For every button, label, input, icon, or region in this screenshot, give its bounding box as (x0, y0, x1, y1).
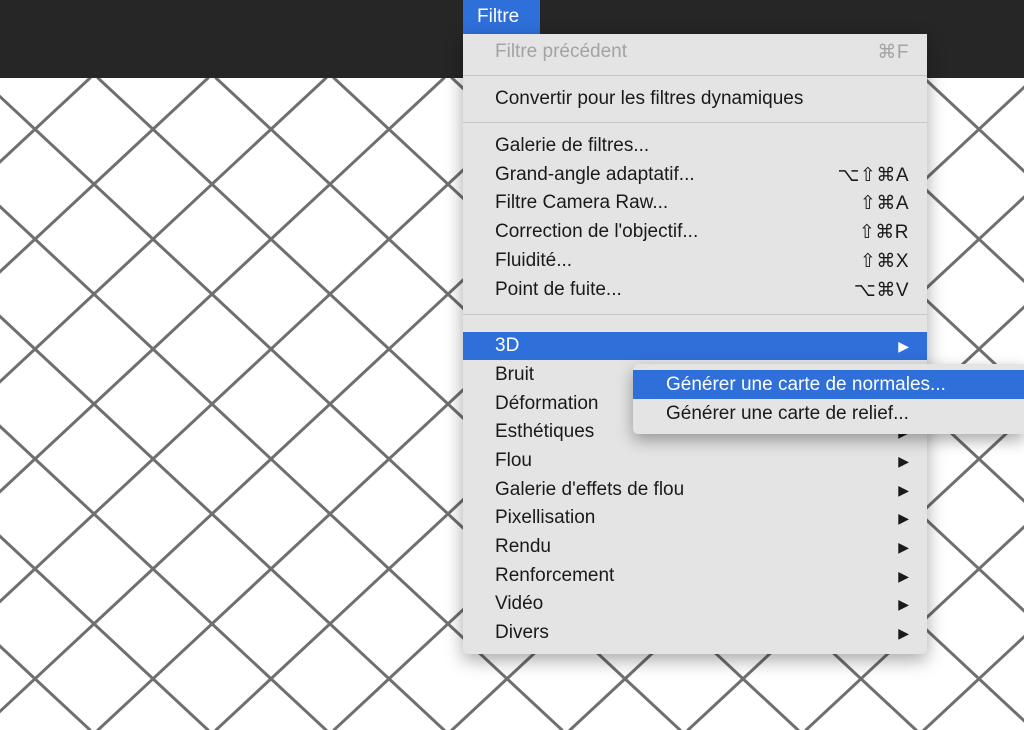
menu-item-label: Rendu (495, 536, 551, 557)
menu-item-pixelate[interactable]: Pixellisation ▶ (463, 504, 927, 532)
submenu-item-generate-normal-map[interactable]: Générer une carte de normales... (633, 370, 1024, 399)
submenu-arrow-icon: ▶ (898, 624, 909, 641)
submenu-3d: Générer une carte de normales... Générer… (633, 364, 1024, 434)
submenu-arrow-icon: ▶ (898, 595, 909, 612)
menu-item-render[interactable]: Rendu ▶ (463, 533, 927, 561)
menu-item-label: 3D (495, 335, 520, 356)
menu-item-convert-smart-filters[interactable]: Convertir pour les filtres dynamiques (463, 85, 927, 113)
fence-wire (0, 78, 328, 384)
shortcut-text: ⇧⌘A (859, 192, 909, 214)
menu-separator (463, 75, 927, 76)
fence-wire (0, 644, 92, 730)
menu-item-label: Galerie de filtres... (495, 135, 650, 156)
menu-item-label: Vidéo (495, 593, 544, 614)
menu-item-label: Fluidité... (495, 250, 573, 271)
shortcut-text: ⌥⌘V (853, 279, 909, 301)
shortcut-text: ⇧⌘R (858, 221, 909, 243)
menu-item-liquify[interactable]: Fluidité... ⇧⌘X (463, 247, 927, 275)
menu-item-label: Correction de l'objectif... (495, 221, 699, 242)
submenu-item-generate-bump-map[interactable]: Générer une carte de relief... (633, 399, 1024, 428)
menu-item-label: Divers (495, 622, 549, 643)
filter-dropdown-menu: Filtre précédent ⌘F Convertir pour les f… (463, 34, 927, 654)
menu-bar-filtre[interactable]: Filtre (463, 0, 540, 34)
submenu-arrow-icon: ▶ (898, 538, 909, 555)
menu-item-label: Pixellisation (495, 507, 596, 528)
submenu-arrow-icon: ▶ (898, 452, 909, 469)
submenu-arrow-icon: ▶ (898, 509, 909, 526)
menu-item-label: Filtre précédent (495, 41, 628, 62)
menu-item-other[interactable]: Divers ▶ (463, 619, 927, 647)
menu-item-label: Convertir pour les filtres dynamiques (495, 88, 804, 109)
menu-item-label: Renforcement (495, 565, 615, 586)
fence-wire (0, 424, 328, 730)
menu-item-blur-gallery[interactable]: Galerie d'effets de flou ▶ (463, 476, 927, 504)
menu-item-vanishing-point[interactable]: Point de fuite... ⌥⌘V (463, 276, 927, 304)
menu-item-label: Galerie d'effets de flou (495, 479, 685, 500)
submenu-arrow-icon: ▶ (898, 481, 909, 498)
shortcut-text: ⌥⇧⌘A (837, 164, 909, 186)
menu-item-sharpen[interactable]: Renforcement ▶ (463, 562, 927, 590)
menu-item-label: Grand-angle adaptatif... (495, 164, 695, 185)
menu-item-label: Flou (495, 450, 532, 471)
menu-item-lens-correction[interactable]: Correction de l'objectif... ⇧⌘R (463, 218, 927, 246)
menu-item-filter-gallery[interactable]: Galerie de filtres... (463, 132, 927, 160)
menu-separator (463, 122, 927, 123)
menu-item-label: Point de fuite... (495, 279, 622, 300)
fence-wire (0, 78, 92, 164)
shortcut-text: ⇧⌘X (859, 250, 909, 272)
menu-separator (463, 314, 927, 315)
menu-item-last-filter: Filtre précédent ⌘F (463, 38, 927, 66)
menu-item-adaptive-wide-angle[interactable]: Grand-angle adaptatif... ⌥⇧⌘A (463, 161, 927, 189)
menu-item-video[interactable]: Vidéo ▶ (463, 590, 927, 618)
shortcut-text: ⌘F (877, 41, 909, 63)
submenu-arrow-icon: ▶ (898, 567, 909, 584)
menu-item-label: Filtre Camera Raw... (495, 192, 669, 213)
menu-item-blur[interactable]: Flou ▶ (463, 447, 927, 475)
menu-item-3d[interactable]: 3D ▶ (463, 332, 927, 360)
submenu-arrow-icon: ▶ (898, 337, 909, 354)
menu-item-camera-raw[interactable]: Filtre Camera Raw... ⇧⌘A (463, 189, 927, 217)
